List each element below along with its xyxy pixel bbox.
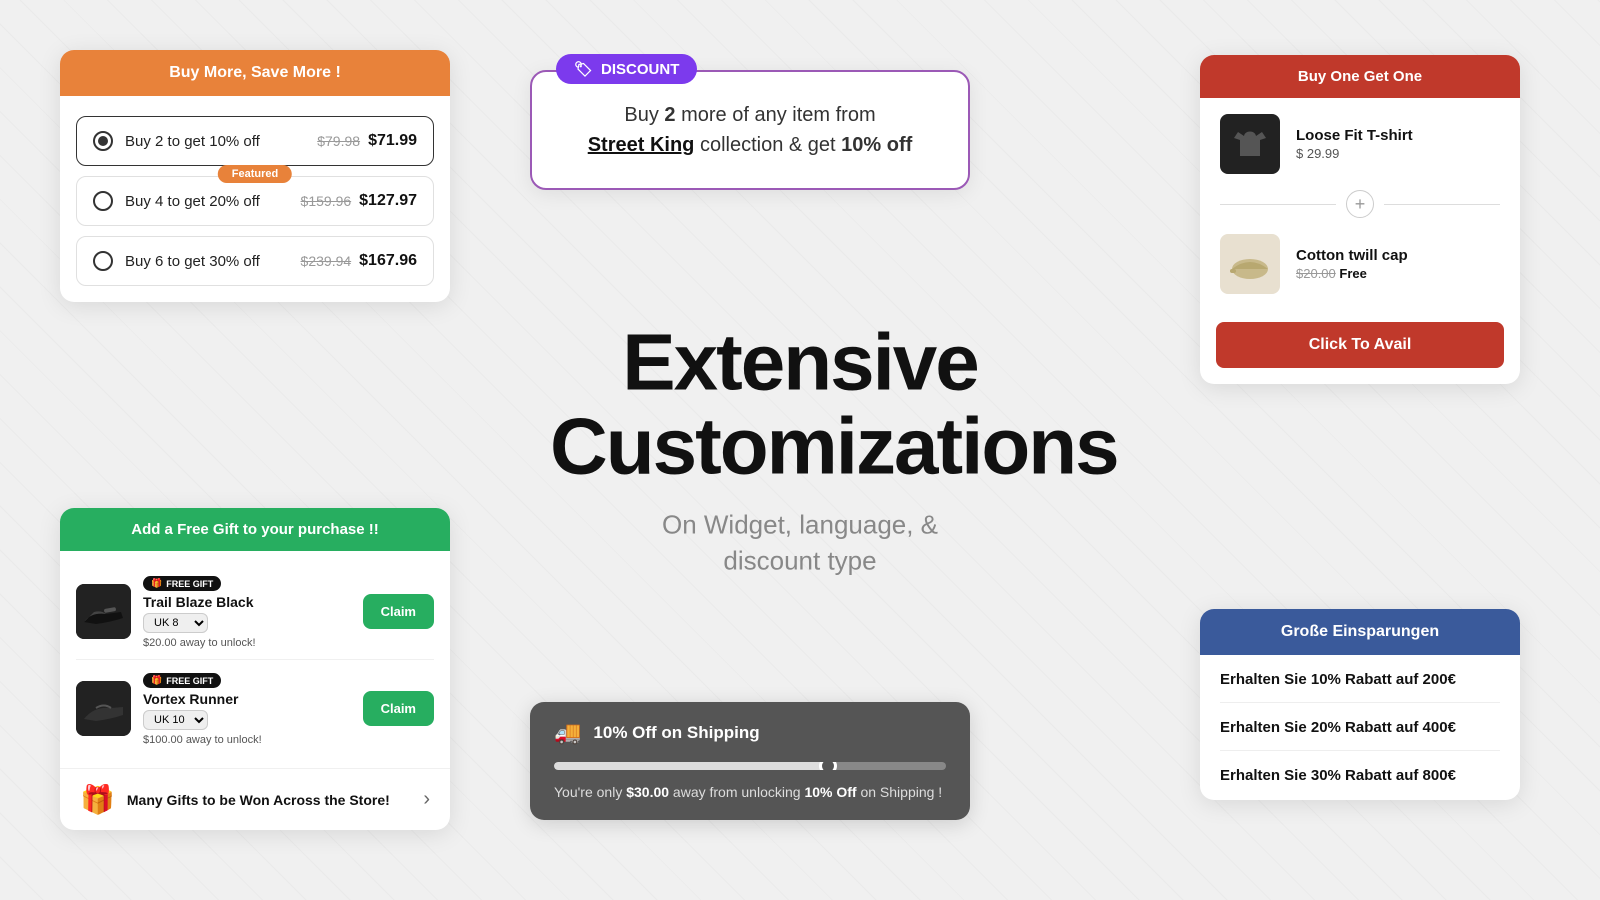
bogo-item-2-info: Cotton twill cap $20.00 Free (1296, 247, 1408, 281)
bogo-header: Buy One Get One (1200, 55, 1520, 98)
gift-item-2-name: Vortex Runner (143, 691, 351, 707)
option-2-discounted: $127.97 (359, 192, 417, 210)
gift-item-2-unlock: $100.00 away to unlock! (143, 734, 351, 746)
page: Extensive Customizations On Widget, lang… (0, 0, 1600, 900)
gift-item-1-image (76, 584, 131, 639)
discount-badge: 🏷 DISCOUNT (556, 54, 697, 84)
buy-more-widget: Buy More, Save More ! Buy 2 to get 10% o… (60, 50, 450, 302)
bogo-item-2-free: Free (1339, 266, 1366, 281)
shipping-amount: $30.00 (626, 784, 669, 800)
shipping-widget: 🚚 10% Off on Shipping You're only $30.00… (530, 702, 970, 820)
footer-arrow-icon: › (423, 788, 430, 811)
shipping-text: You're only $30.00 away from unlocking 1… (554, 784, 946, 800)
bogo-item-2-image (1220, 234, 1280, 294)
divider-line-left (1220, 204, 1336, 205)
bogo-item-2-original: $20.00 (1296, 266, 1336, 281)
german-options: Erhalten Sie 10% Rabatt auf 200€ Erhalte… (1200, 655, 1520, 800)
bogo-item-1-name: Loose Fit T-shirt (1296, 127, 1413, 144)
german-option-1: Erhalten Sie 10% Rabatt auf 200€ (1220, 671, 1500, 703)
gift-item-2-claim[interactable]: Claim (363, 691, 434, 726)
gift-item-1-unlock: $20.00 away to unlock! (143, 637, 351, 649)
shoe-2-icon (76, 681, 131, 736)
footer-gift-text: Many Gifts to be Won Across the Store! (127, 792, 423, 808)
shipping-truck-icon: 🚚 (554, 720, 581, 746)
option-2-original: $159.96 (301, 193, 352, 209)
plus-icon: + (1346, 190, 1374, 218)
option-3-discounted: $167.96 (359, 252, 417, 270)
discount-text: Buy 2 more of any item from Street King … (564, 100, 936, 160)
discount-icon: 🏷 (574, 60, 593, 78)
free-gift-badge-1: 🎁 FREE GIFT (143, 576, 221, 591)
shipping-header: 🚚 10% Off on Shipping (554, 720, 946, 746)
gift-item-2-image (76, 681, 131, 736)
bogo-item-2-price: $20.00 Free (1296, 266, 1408, 281)
main-subtitle: On Widget, language, &discount type (550, 507, 1050, 580)
gift-item-2-size[interactable]: UK 10 UK 8 UK 9 (143, 710, 208, 730)
german-header: Große Einsparungen (1200, 609, 1520, 655)
bogo-cta-button[interactable]: Click To Avail (1216, 322, 1504, 368)
gift-icon-2: 🎁 (151, 675, 162, 686)
discount-amount: 10% off (841, 134, 912, 156)
german-option-2: Erhalten Sie 20% Rabatt auf 400€ (1220, 719, 1500, 751)
option-1-discounted: $71.99 (368, 132, 417, 150)
bogo-item-1-price: $ 29.99 (1296, 146, 1413, 161)
buy-option-1[interactable]: Buy 2 to get 10% off $79.98 $71.99 (76, 116, 434, 166)
option-3-prices: $239.94 $167.96 (301, 252, 417, 270)
radio-3 (93, 251, 113, 271)
divider-line-right (1384, 204, 1500, 205)
gift-item-1: 🎁 FREE GIFT Trail Blaze Black UK 8 UK 9 … (76, 563, 434, 660)
free-gift-badge-2: 🎁 FREE GIFT (143, 673, 221, 688)
gift-item-1-info: 🎁 FREE GIFT Trail Blaze Black UK 8 UK 9 … (143, 573, 351, 649)
buy-option-3[interactable]: Buy 6 to get 30% off $239.94 $167.96 (76, 236, 434, 286)
bogo-item-1-image (1220, 114, 1280, 174)
gift-item-1-size[interactable]: UK 8 UK 9 UK 10 (143, 613, 208, 633)
gift-item-1-claim[interactable]: Claim (363, 594, 434, 629)
option-2-prices: $159.96 $127.97 (301, 192, 417, 210)
option-3-original: $239.94 (301, 253, 352, 269)
option-3-label: Buy 6 to get 30% off (125, 253, 301, 270)
radio-1 (93, 131, 113, 151)
shipping-progress-thumb (819, 762, 837, 770)
bogo-divider: + (1200, 190, 1520, 218)
featured-badge: Featured (218, 165, 292, 183)
option-1-prices: $79.98 $71.99 (317, 132, 417, 150)
free-gift-footer[interactable]: 🎁 Many Gifts to be Won Across the Store!… (60, 768, 450, 830)
gift-item-2: 🎁 FREE GIFT Vortex Runner UK 10 UK 8 UK … (76, 660, 434, 756)
bogo-widget: Buy One Get One Loose Fit T-shirt $ 29.9… (1200, 55, 1520, 384)
option-1-label: Buy 2 to get 10% off (125, 133, 317, 150)
shoe-1-icon (76, 584, 131, 639)
radio-2 (93, 191, 113, 211)
buy-more-header: Buy More, Save More ! (60, 50, 450, 96)
option-2-label: Buy 4 to get 20% off (125, 193, 301, 210)
shipping-title: 10% Off on Shipping (593, 723, 759, 743)
german-widget: Große Einsparungen Erhalten Sie 10% Raba… (1200, 609, 1520, 800)
shipping-progress-fill (554, 762, 828, 770)
german-option-3: Erhalten Sie 30% Rabatt auf 800€ (1220, 767, 1500, 784)
buy-more-options: Buy 2 to get 10% off $79.98 $71.99 Featu… (60, 96, 450, 302)
main-title: Extensive Customizations (550, 321, 1050, 489)
shipping-discount: 10% Off (804, 784, 856, 800)
shipping-progress-bar (554, 762, 946, 770)
bogo-item-2: Cotton twill cap $20.00 Free (1200, 218, 1520, 310)
free-gift-widget: Add a Free Gift to your purchase !! 🎁 FR… (60, 508, 450, 830)
buy-option-2[interactable]: Featured Buy 4 to get 20% off $159.96 $1… (76, 176, 434, 226)
gift-icon-1: 🎁 (151, 578, 162, 589)
free-gift-header: Add a Free Gift to your purchase !! (60, 508, 450, 551)
footer-gift-icon: 🎁 (80, 783, 115, 816)
discount-widget: 🏷 DISCOUNT Buy 2 more of any item from S… (530, 70, 970, 190)
discount-badge-label: DISCOUNT (601, 61, 679, 78)
gift-item-2-info: 🎁 FREE GIFT Vortex Runner UK 10 UK 8 UK … (143, 670, 351, 746)
tshirt-icon (1230, 124, 1270, 164)
gift-items-list: 🎁 FREE GIFT Trail Blaze Black UK 8 UK 9 … (60, 551, 450, 768)
gift-item-1-name: Trail Blaze Black (143, 594, 351, 610)
brand-link[interactable]: Street King (588, 134, 695, 156)
option-1-original: $79.98 (317, 133, 360, 149)
cap-icon (1228, 247, 1273, 282)
bogo-item-2-name: Cotton twill cap (1296, 247, 1408, 264)
center-section: Extensive Customizations On Widget, lang… (550, 321, 1050, 580)
bogo-item-1-info: Loose Fit T-shirt $ 29.99 (1296, 127, 1413, 161)
bogo-item-1: Loose Fit T-shirt $ 29.99 (1200, 98, 1520, 190)
